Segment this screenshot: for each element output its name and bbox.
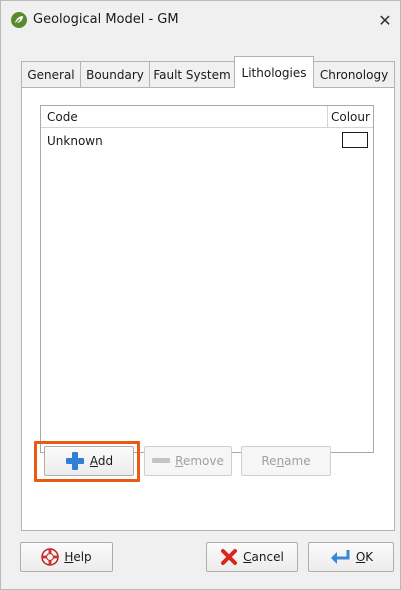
geological-model-dialog: Geological Model - GM ✕ General Boundary… xyxy=(0,0,401,590)
help-button-label: Help xyxy=(64,550,92,564)
cancel-button-label: Cancel xyxy=(243,550,284,564)
close-icon: ✕ xyxy=(378,10,392,30)
column-divider[interactable] xyxy=(327,106,328,128)
remove-button-label: Remove xyxy=(175,454,224,468)
ok-button-label: OK xyxy=(355,550,374,564)
window-title: Geological Model - GM xyxy=(33,12,179,27)
tab-general[interactable]: General xyxy=(21,61,81,87)
tab-label: Boundary xyxy=(86,67,144,82)
tab-label: General xyxy=(27,67,75,82)
rename-button[interactable]: Rename xyxy=(241,446,331,476)
lithology-row-code[interactable]: Unknown xyxy=(47,134,103,148)
tab-lithologies[interactable]: Lithologies xyxy=(234,56,314,88)
add-button-label: Add xyxy=(89,454,114,468)
tab-label: Fault System xyxy=(153,67,231,82)
return-arrow-icon xyxy=(330,550,350,564)
colour-swatch[interactable] xyxy=(342,132,368,148)
title-bar: Geological Model - GM ✕ xyxy=(1,1,400,39)
tab-label: Lithologies xyxy=(241,65,307,80)
lifebuoy-icon xyxy=(41,548,60,566)
tab-fault-system[interactable]: Fault System xyxy=(149,61,235,87)
leaf-icon xyxy=(11,12,27,28)
list-header: Code Colour xyxy=(41,106,373,128)
red-x-icon xyxy=(221,549,238,565)
plus-icon xyxy=(65,452,84,470)
tab-chronology[interactable]: Chronology xyxy=(313,61,395,87)
rename-button-label: Rename xyxy=(261,454,311,468)
ok-button[interactable]: OK xyxy=(308,542,394,572)
lithologies-panel: Code Colour Unknown Add Remove Rename xyxy=(21,87,395,531)
remove-button[interactable]: Remove xyxy=(144,446,232,476)
tab-boundary[interactable]: Boundary xyxy=(80,61,150,87)
help-button[interactable]: Help xyxy=(20,542,113,572)
close-button[interactable]: ✕ xyxy=(370,1,400,39)
column-header-colour[interactable]: Colour xyxy=(331,110,370,124)
cancel-button[interactable]: Cancel xyxy=(206,542,298,572)
lithologies-list[interactable]: Code Colour Unknown xyxy=(40,105,374,453)
minus-icon xyxy=(152,458,171,463)
add-button[interactable]: Add xyxy=(44,446,134,476)
column-header-code[interactable]: Code xyxy=(47,110,78,124)
tab-label: Chronology xyxy=(319,67,389,82)
